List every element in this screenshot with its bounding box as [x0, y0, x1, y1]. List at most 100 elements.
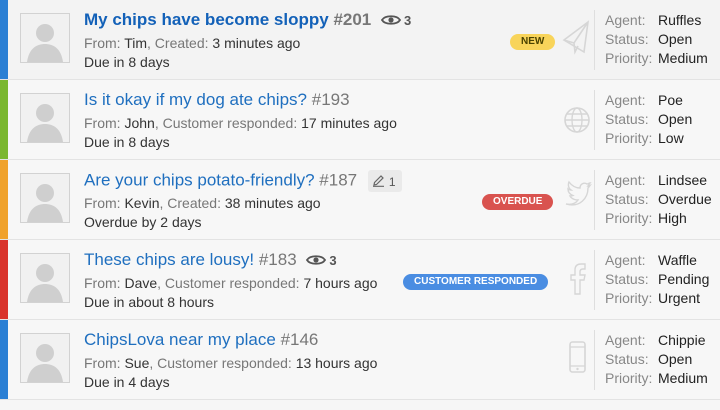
- event-time: 38 minutes ago: [224, 195, 321, 211]
- avatar: [20, 173, 70, 223]
- from-name: John: [124, 115, 155, 131]
- event-label: Created:: [167, 195, 221, 211]
- divider: [594, 250, 595, 310]
- event-time: 7 hours ago: [303, 275, 378, 291]
- ticket-meta: From: Kevin, Created: 38 minutes ago: [84, 195, 321, 211]
- agent-value[interactable]: Waffle: [658, 252, 697, 268]
- priority-value[interactable]: Medium: [658, 370, 708, 386]
- divider: [594, 90, 595, 150]
- status-label: Status:: [605, 271, 649, 287]
- status-label: Status:: [605, 31, 649, 47]
- priority-label: Priority:: [605, 210, 653, 226]
- avatar: [20, 93, 70, 143]
- due-text: Due in 8 days: [84, 134, 170, 150]
- ticket-number: #201: [333, 10, 372, 29]
- viewer-count: 3: [329, 253, 337, 269]
- table-row[interactable]: These chips are lousy! #183 3 From: Dave…: [0, 240, 720, 320]
- agent-value[interactable]: Lindsee: [658, 172, 707, 188]
- ticket-list: My chips have become sloppy #201 3 From:…: [0, 0, 720, 410]
- ticket-subject[interactable]: These chips are lousy!: [84, 250, 254, 269]
- ticket-properties: Agent: Waffle Status: Pending Priority: Urg…: [605, 251, 709, 308]
- priority-value[interactable]: Urgent: [658, 290, 700, 306]
- from-label: From:: [84, 115, 121, 131]
- event-time: 3 minutes ago: [212, 35, 301, 51]
- eye-icon: [306, 251, 327, 271]
- from-name: Kevin: [124, 195, 160, 211]
- facebook-icon: [562, 258, 592, 303]
- ticket-title[interactable]: Is it okay if my dog ate chips? #193: [84, 90, 350, 110]
- table-row[interactable]: Are your chips potato-friendly? #187 1 F…: [0, 160, 720, 240]
- priority-label: Priority:: [605, 370, 653, 386]
- status-value[interactable]: Open: [658, 351, 692, 367]
- from-name: Sue: [124, 355, 150, 371]
- event-label: Created:: [154, 35, 209, 51]
- divider: [594, 330, 595, 390]
- agent-label: Agent:: [605, 92, 646, 108]
- ticket-subject[interactable]: Is it okay if my dog ate chips?: [84, 90, 307, 109]
- ticket-title[interactable]: These chips are lousy! #183 3: [84, 250, 337, 271]
- ticket-number: #146: [280, 330, 319, 349]
- event-label: Customer responded:: [157, 355, 292, 371]
- ticket-meta: From: Dave, Customer responded: 7 hours …: [84, 275, 378, 291]
- due-text: Overdue by 2 days: [84, 214, 202, 230]
- ticket-title[interactable]: Are your chips potato-friendly? #187 1: [84, 170, 402, 192]
- status-value[interactable]: Overdue: [658, 191, 712, 207]
- priority-value[interactable]: Low: [658, 130, 684, 146]
- ticket-title[interactable]: ChipsLova near my place #146: [84, 330, 318, 350]
- status-badge: OVERDUE: [482, 194, 554, 210]
- divider: [594, 170, 595, 230]
- status-label: Status:: [605, 351, 649, 367]
- table-row[interactable]: Is it okay if my dog ate chips? #193 Fro…: [0, 80, 720, 160]
- from-label: From:: [84, 35, 121, 51]
- event-label: Customer responded:: [164, 275, 300, 291]
- ticket-properties: Agent: Poe Status: Open Priority: Low: [605, 91, 692, 148]
- due-text: Due in 8 days: [84, 54, 170, 70]
- ticket-number: #187: [319, 170, 358, 190]
- table-row[interactable]: My chips have become sloppy #201 3 From:…: [0, 0, 720, 80]
- from-name: Dave: [124, 275, 158, 291]
- eye-icon: [380, 11, 402, 31]
- priority-value[interactable]: High: [658, 210, 687, 226]
- ticket-properties: Agent: Ruffles Status: Open Priority: Mediu…: [605, 11, 708, 68]
- ticket-meta: From: Sue, Customer responded: 13 hours …: [84, 355, 378, 371]
- priority-stripe: [0, 80, 8, 159]
- agent-label: Agent:: [605, 172, 646, 188]
- status-value[interactable]: Open: [658, 31, 692, 47]
- priority-label: Priority:: [605, 290, 653, 306]
- event-time: 17 minutes ago: [301, 115, 397, 131]
- ticket-subject[interactable]: My chips have become sloppy: [84, 10, 329, 29]
- ticket-meta: From: Tim, Created: 3 minutes ago: [84, 35, 301, 51]
- ticket-meta: From: John, Customer responded: 17 minut…: [84, 115, 397, 131]
- status-value[interactable]: Pending: [658, 271, 709, 287]
- priority-stripe: [0, 320, 8, 399]
- agent-value[interactable]: Chippie: [658, 332, 705, 348]
- ticket-properties: Agent: Lindsee Status: Overdue Priority: Hi…: [605, 171, 712, 228]
- note-count: 1: [388, 175, 396, 189]
- ticket-properties: Agent: Chippie Status: Open Priority: Mediu…: [605, 331, 708, 388]
- ticket-subject[interactable]: Are your chips potato-friendly?: [84, 170, 315, 189]
- globe-icon: [562, 98, 592, 143]
- agent-value[interactable]: Ruffles: [658, 12, 701, 28]
- due-text: Due in about 8 hours: [84, 294, 214, 310]
- from-label: From:: [84, 275, 121, 291]
- phone-icon: [562, 338, 592, 383]
- agent-label: Agent:: [605, 332, 646, 348]
- avatar: [20, 13, 70, 63]
- from-label: From:: [84, 355, 121, 371]
- avatar: [20, 333, 70, 383]
- ticket-subject[interactable]: ChipsLova near my place: [84, 330, 276, 349]
- due-text: Due in 4 days: [84, 374, 170, 390]
- agent-value[interactable]: Poe: [658, 92, 683, 108]
- from-label: From:: [84, 195, 121, 211]
- status-label: Status:: [605, 111, 649, 127]
- agent-label: Agent:: [605, 252, 646, 268]
- agent-label: Agent:: [605, 12, 646, 28]
- ticket-title[interactable]: My chips have become sloppy #201 3: [84, 10, 411, 31]
- priority-stripe: [0, 240, 8, 319]
- status-value[interactable]: Open: [658, 111, 692, 127]
- email-icon: [562, 18, 592, 63]
- event-label: Customer responded:: [162, 115, 298, 131]
- table-row[interactable]: ChipsLova near my place #146 From: Sue, …: [0, 320, 720, 400]
- priority-value[interactable]: Medium: [658, 50, 708, 66]
- priority-label: Priority:: [605, 130, 653, 146]
